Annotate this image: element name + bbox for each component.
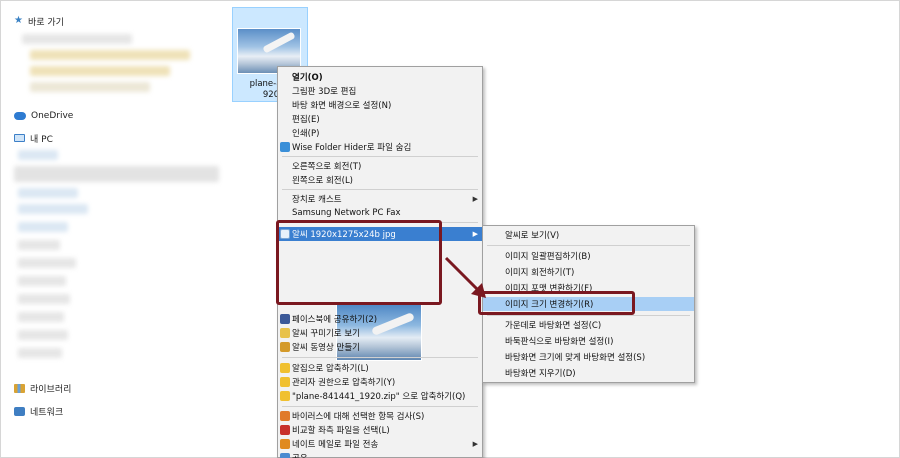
- callout-arrow-icon: [444, 256, 486, 298]
